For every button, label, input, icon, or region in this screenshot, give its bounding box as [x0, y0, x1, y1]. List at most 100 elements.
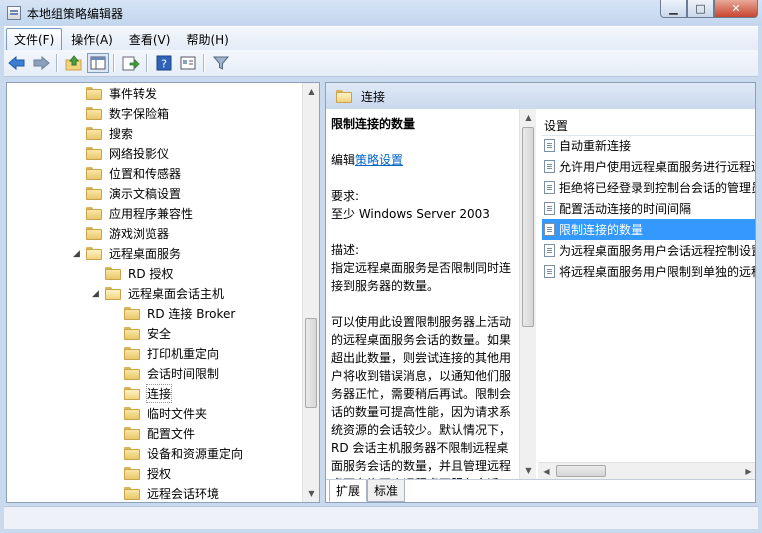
title-bar: 本地组策略编辑器 ▁ □ ✕ — [0, 0, 762, 26]
expanded-arrow-icon[interactable]: ◢ — [73, 249, 81, 259]
console-tree: 事件转发 数字保险箱 搜索 网络投影仪 位置和传感器 演示文稿设置 应用程序兼容… — [6, 82, 320, 503]
tree-item[interactable]: 授权 — [124, 463, 171, 483]
maximize-button[interactable]: □ — [687, 0, 714, 18]
edit-policy-link[interactable]: 策略设置 — [355, 153, 403, 167]
folder-open-icon — [86, 246, 102, 260]
setting-row[interactable]: 拒绝将已经登录到控制台会话的管理员注销 — [542, 177, 755, 198]
settings-list: 设置 自动重新连接 允许用户使用远程桌面服务进行远程连接 拒绝将已经登录到控制台… — [538, 109, 755, 479]
filter-button[interactable] — [210, 53, 232, 73]
tree-item[interactable]: 安全 — [124, 323, 171, 343]
toolbar: ? — [4, 50, 758, 77]
tree-item[interactable]: 应用程序兼容性 — [86, 203, 193, 223]
policy-setting-icon — [544, 160, 555, 173]
policy-setting-icon — [544, 202, 555, 215]
setting-row[interactable]: 将远程桌面服务用户限制到单独的远程桌面服务会话 — [542, 261, 755, 282]
scroll-down-arrow-icon[interactable]: ▼ — [520, 462, 536, 479]
folder-icon — [86, 186, 102, 200]
up-folder-icon — [65, 55, 82, 71]
back-arrow-icon — [8, 56, 25, 70]
tree-item[interactable]: 事件转发 — [86, 83, 157, 103]
up-folder-button[interactable] — [63, 53, 85, 73]
scroll-left-arrow-icon[interactable]: ◀ — [538, 463, 555, 479]
folder-icon — [124, 346, 140, 360]
tree-item[interactable]: 数字保险箱 — [86, 103, 169, 123]
setting-row[interactable]: 配置活动连接的时间间隔 — [542, 198, 755, 219]
properties-button[interactable] — [177, 53, 199, 73]
menu-bar: 文件(F) 操作(A) 查看(V) 帮助(H) — [4, 26, 758, 51]
maximize-icon: □ — [695, 2, 706, 15]
tree-item[interactable]: RD 授权 — [105, 263, 173, 283]
tree-item[interactable]: 位置和传感器 — [86, 163, 181, 183]
menu-file[interactable]: 文件(F) — [6, 27, 63, 51]
folder-icon — [124, 446, 140, 460]
setting-row[interactable]: 自动重新连接 — [542, 135, 755, 156]
tree-item[interactable]: 配置文件 — [124, 423, 195, 443]
tree-item[interactable]: 会话时间限制 — [124, 363, 219, 383]
description-scrollbar[interactable]: ▲ ▼ — [519, 109, 536, 479]
description-label: 描述: — [331, 243, 360, 257]
tab-extended[interactable]: 扩展 — [329, 480, 368, 502]
tree-item-session-host[interactable]: ◢ 远程桌面会话主机 — [92, 283, 224, 303]
tree-item[interactable]: 游戏浏览器 — [86, 223, 169, 243]
tab-standard[interactable]: 标准 — [367, 480, 406, 502]
tree-scrollbar[interactable]: ▲ ▼ — [302, 83, 319, 502]
folder-icon — [86, 206, 102, 220]
folder-icon — [124, 306, 140, 320]
close-button[interactable]: ✕ — [714, 0, 758, 18]
export-icon — [122, 56, 140, 71]
folder-icon — [124, 486, 140, 500]
scroll-down-arrow-icon[interactable]: ▼ — [303, 485, 319, 502]
policy-setting-icon — [544, 244, 555, 257]
folder-icon — [105, 266, 121, 280]
setting-row-selected[interactable]: 限制连接的数量 — [542, 219, 755, 240]
policy-title: 限制连接的数量 — [331, 117, 416, 131]
description-scroll-thumb[interactable] — [522, 127, 534, 327]
forward-arrow-icon — [33, 56, 50, 70]
folder-icon — [86, 106, 102, 120]
folder-open-icon — [105, 286, 121, 300]
folder-icon — [86, 146, 102, 160]
back-button[interactable] — [6, 53, 28, 73]
tree-item[interactable]: 打印机重定向 — [124, 343, 219, 363]
folder-open-icon — [336, 89, 352, 103]
tree-item[interactable]: 网络投影仪 — [86, 143, 169, 163]
properties-icon — [180, 56, 196, 70]
scroll-up-arrow-icon[interactable]: ▲ — [520, 109, 536, 126]
scroll-up-arrow-icon[interactable]: ▲ — [303, 83, 319, 100]
tree-item[interactable]: 设备和资源重定向 — [124, 443, 243, 463]
tree-item[interactable]: 远程会话环境 — [124, 483, 219, 502]
tree-item[interactable]: 演示文稿设置 — [86, 183, 181, 203]
folder-icon — [124, 366, 140, 380]
menu-help[interactable]: 帮助(H) — [179, 29, 235, 50]
status-bar — [4, 506, 758, 529]
scroll-right-arrow-icon[interactable]: ▶ — [740, 463, 755, 479]
tree-item-connections-selected[interactable]: 连接 — [124, 383, 173, 403]
folder-open-icon — [124, 386, 140, 400]
folder-icon — [124, 466, 140, 480]
tree-scroll-thumb[interactable] — [305, 318, 317, 408]
setting-row[interactable]: 为远程桌面服务用户会话远程控制设置规则 — [542, 240, 755, 261]
settings-hscrollbar[interactable]: ◀ ▶ — [538, 462, 755, 479]
show-tree-button[interactable] — [87, 53, 109, 73]
settings-column-header[interactable]: 设置 — [542, 115, 755, 136]
policy-setting-icon — [544, 265, 555, 278]
forward-button[interactable] — [30, 53, 52, 73]
expanded-arrow-icon[interactable]: ◢ — [92, 289, 100, 299]
description-panel: 限制连接的数量 编辑策略设置 要求: 至少 Windows Server 2003… — [326, 109, 536, 479]
requirements-value: 至少 Windows Server 2003 — [331, 207, 490, 221]
settings-hscroll-thumb[interactable] — [556, 465, 606, 477]
minimize-icon: ▁ — [669, 2, 678, 15]
minimize-button[interactable]: ▁ — [660, 0, 687, 18]
tree-item[interactable]: 临时文件夹 — [124, 403, 207, 423]
close-icon: ✕ — [731, 2, 741, 15]
tree-item-remote-desktop-services[interactable]: ◢ 远程桌面服务 — [73, 243, 181, 263]
menu-view[interactable]: 查看(V) — [122, 29, 178, 50]
tree-item[interactable]: RD 连接 Broker — [124, 303, 235, 323]
help-icon: ? — [156, 55, 172, 71]
export-list-button[interactable] — [120, 53, 142, 73]
tree-item[interactable]: 搜索 — [86, 123, 133, 143]
menu-action[interactable]: 操作(A) — [64, 29, 120, 50]
setting-row[interactable]: 允许用户使用远程桌面服务进行远程连接 — [542, 156, 755, 177]
help-button[interactable]: ? — [153, 53, 175, 73]
details-header-title: 连接 — [361, 89, 386, 104]
